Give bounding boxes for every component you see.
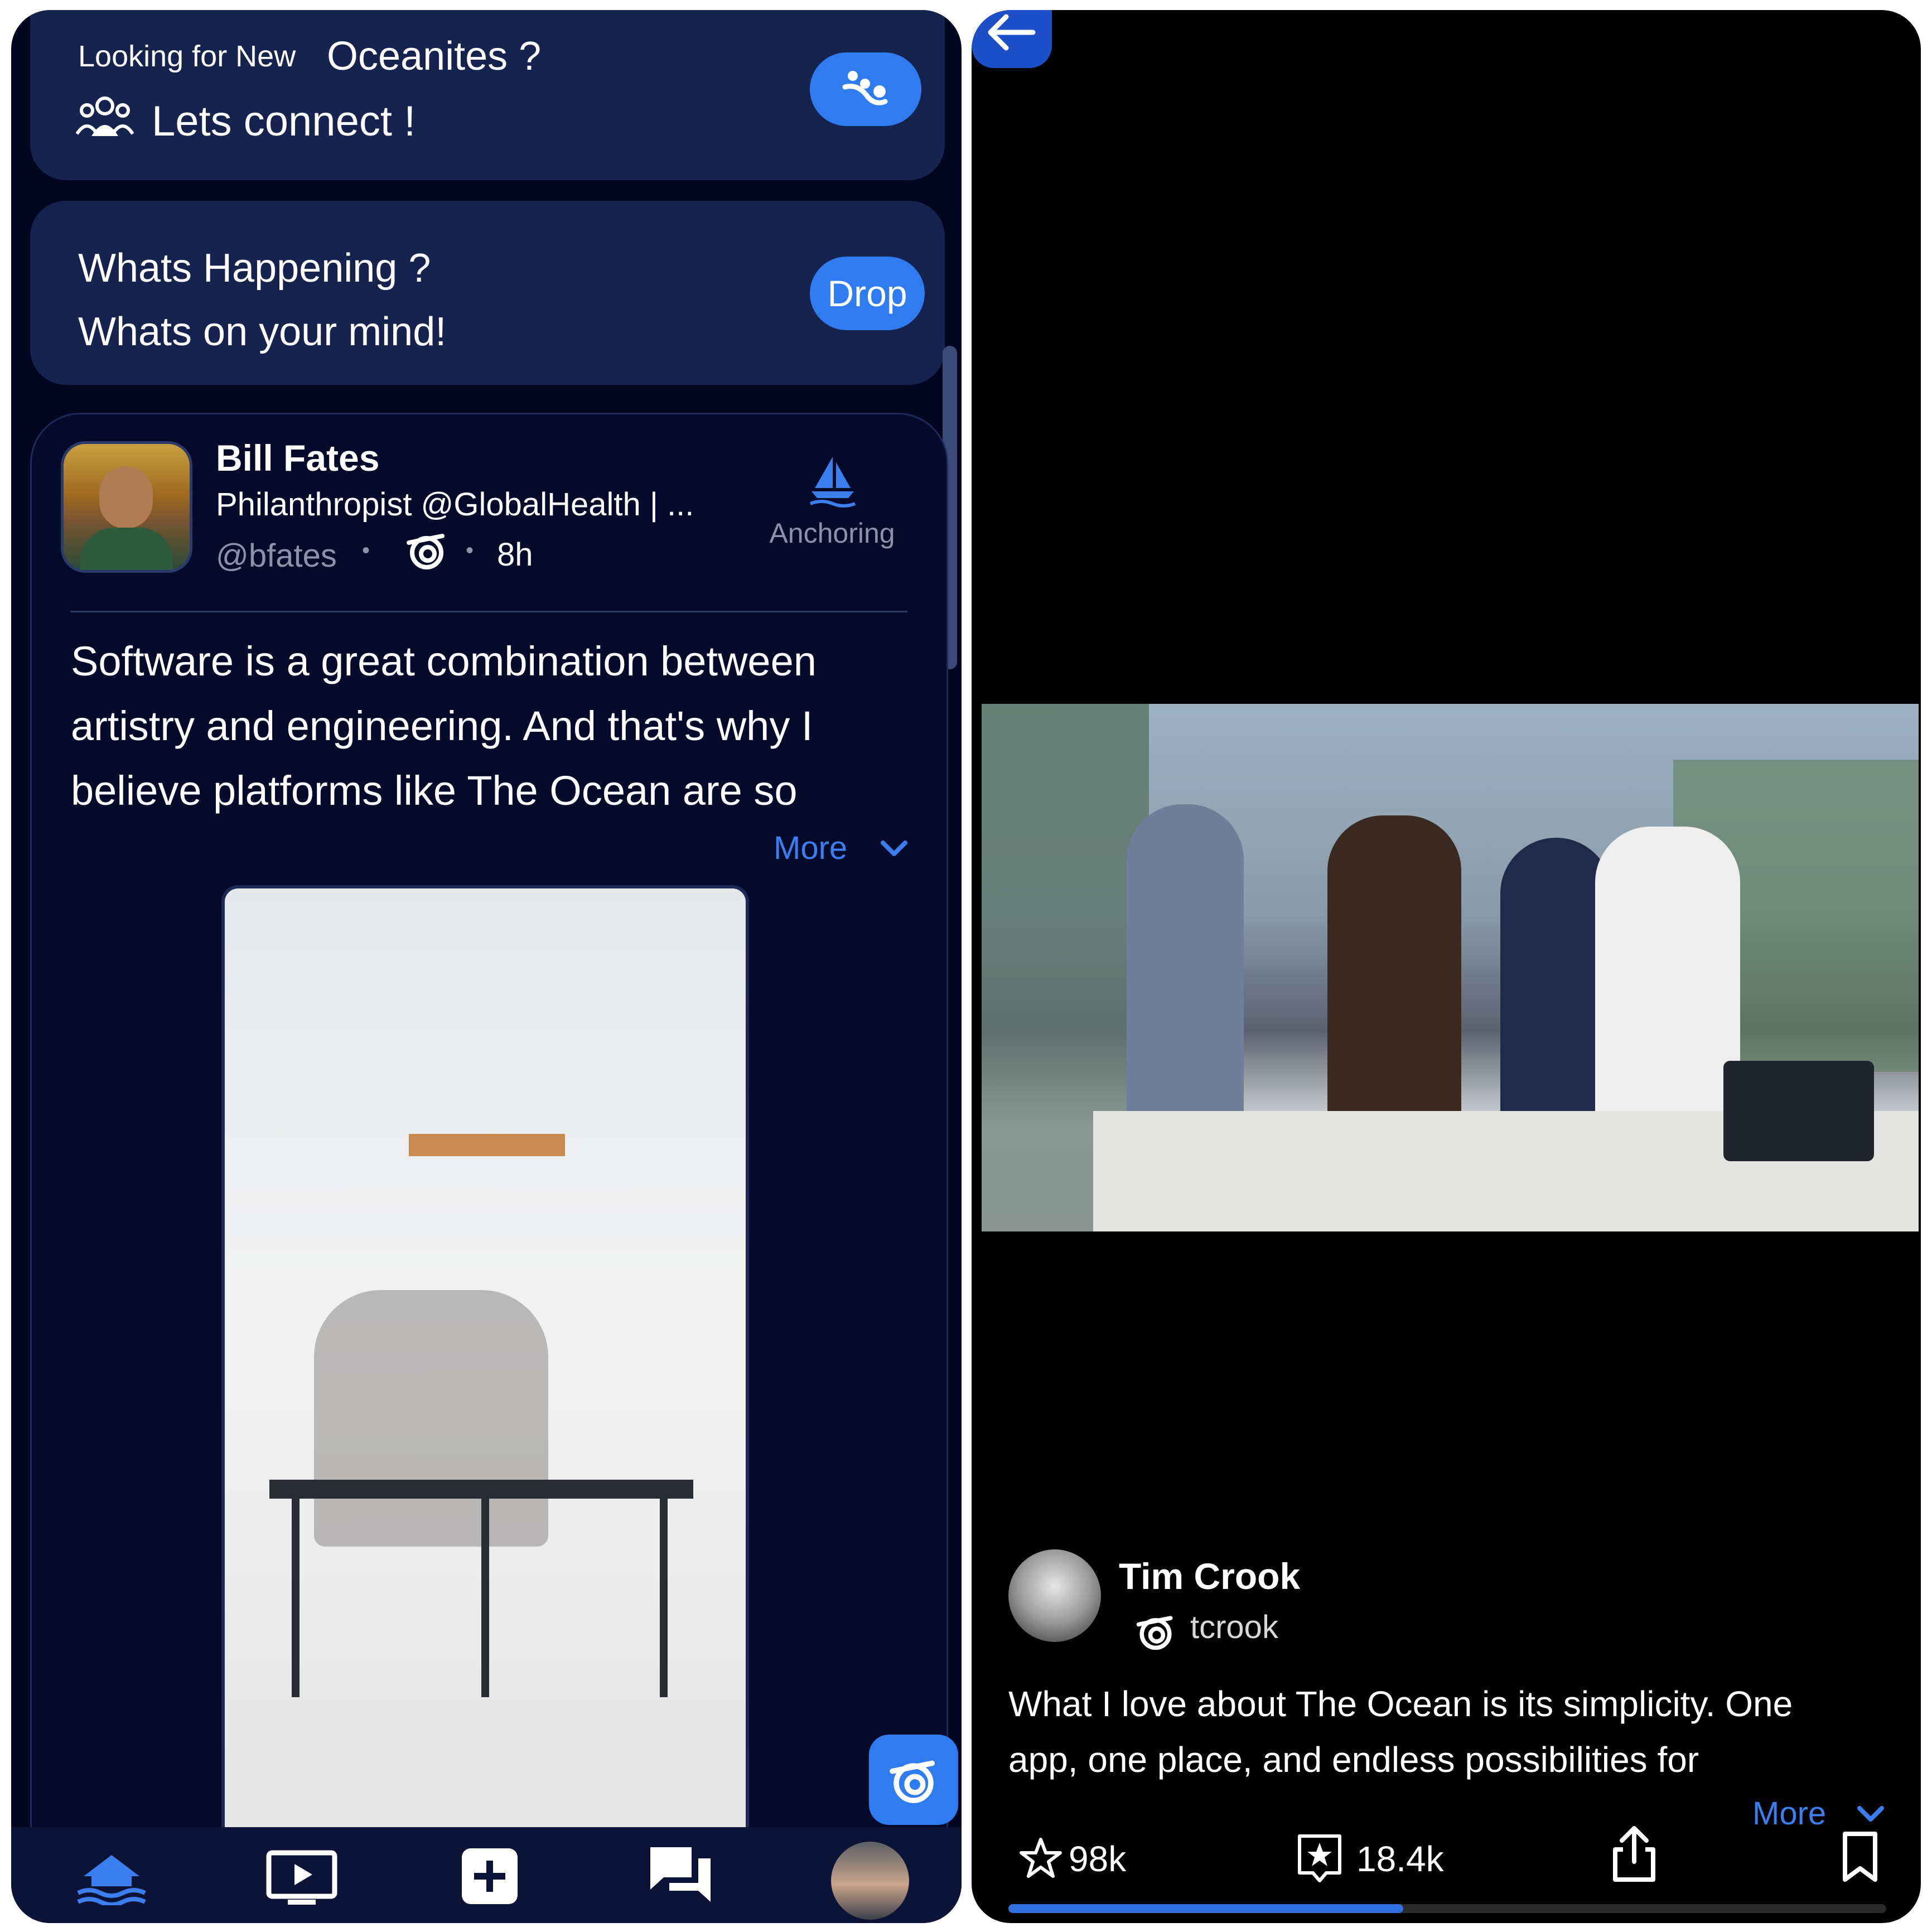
author-avatar[interactable]	[61, 441, 192, 573]
ocean-swirl-icon	[890, 1760, 935, 1803]
chat-bubbles-icon	[650, 1847, 711, 1902]
post-text-line3: believe platforms like The Ocean are so	[71, 767, 798, 814]
composer-card[interactable]: Whats Happening ? Whats on your mind! Dr…	[30, 201, 945, 385]
feed-screen: Looking for New Oceanites ? Lets connect…	[11, 10, 962, 1923]
viewer-more-label: More	[1752, 1795, 1827, 1832]
drop-button[interactable]: Drop	[810, 257, 925, 330]
more-toggle[interactable]: More	[774, 827, 919, 872]
people-group-icon	[75, 94, 134, 138]
author-bio: Philanthropist @GlobalHealth | ...	[216, 486, 694, 523]
share-button[interactable]	[1611, 1824, 1658, 1885]
anchor-label: Anchoring	[769, 518, 895, 549]
bottom-nav	[11, 1827, 962, 1923]
author-handle[interactable]: @bfates	[216, 537, 337, 574]
connect-subtitle: Lets connect !	[152, 98, 416, 145]
star-icon	[1020, 1838, 1062, 1878]
post-divider	[71, 611, 907, 612]
connect-card[interactable]: Looking for New Oceanites ? Lets connect…	[30, 10, 945, 180]
video-player[interactable]	[982, 704, 1919, 1231]
video-progress-fill	[1008, 1904, 1404, 1913]
boost-star-icon	[1298, 1834, 1341, 1882]
ocean-home-icon	[77, 1855, 146, 1907]
bookmark-button[interactable]	[1841, 1830, 1880, 1884]
nav-home[interactable]	[73, 1849, 151, 1907]
video-play-icon	[266, 1850, 337, 1905]
ocean-swirl-icon	[1133, 1609, 1178, 1653]
post-image[interactable]	[221, 885, 749, 1896]
connect-highlight: Oceanites ?	[327, 34, 542, 79]
viewer-author-avatar[interactable]	[1008, 1549, 1101, 1642]
star-count: 98k	[1069, 1839, 1127, 1879]
nav-create[interactable]	[461, 1847, 519, 1905]
more-label: More	[774, 830, 848, 866]
bookmark-icon	[1843, 1832, 1877, 1882]
composer-line2: Whats on your mind!	[78, 310, 447, 354]
sailboat-icon	[809, 457, 856, 508]
back-button[interactable]	[972, 10, 1052, 68]
anchor-button[interactable]: Anchoring	[757, 455, 907, 555]
ocean-swirl-icon	[403, 526, 450, 573]
meta-separator: •	[362, 538, 370, 563]
post-time: 8h	[497, 537, 533, 573]
connect-button[interactable]	[810, 52, 921, 126]
post-card: Bill Fates Philanthropist @GlobalHealth …	[30, 413, 948, 1923]
drop-button-label: Drop	[827, 273, 907, 314]
chevron-down-icon	[1857, 1806, 1884, 1822]
boost-action[interactable]: 18.4k	[1296, 1828, 1464, 1890]
post-text-line2: artistry and engineering. And that's why…	[71, 703, 813, 749]
viewer-username[interactable]: tcrook	[1190, 1609, 1278, 1646]
connect-prefix: Looking for New	[78, 40, 296, 73]
star-action[interactable]: 98k	[1018, 1830, 1152, 1886]
wave-connect-icon	[842, 71, 888, 105]
nav-messages[interactable]	[647, 1844, 714, 1905]
meta-separator-2: •	[466, 538, 474, 563]
plus-square-icon	[462, 1848, 518, 1904]
arrow-left-icon	[988, 14, 1036, 51]
composer-line1: Whats Happening ?	[78, 246, 431, 291]
boost-count: 18.4k	[1356, 1839, 1444, 1879]
author-name[interactable]: Bill Fates	[216, 437, 379, 479]
viewer-text-line2: app, one place, and endless possibilitie…	[1008, 1740, 1699, 1780]
chevron-down-icon	[881, 841, 907, 856]
video-viewer-screen: Tim Crook tcrook What I love about The O…	[972, 10, 1921, 1923]
viewer-text-line1: What I love about The Ocean is its simpl…	[1008, 1684, 1793, 1724]
nav-profile[interactable]	[831, 1842, 909, 1920]
share-icon	[1613, 1826, 1655, 1882]
ocean-fab[interactable]	[869, 1735, 958, 1825]
video-progress-track[interactable]	[1008, 1904, 1886, 1913]
viewer-author-name[interactable]: Tim Crook	[1119, 1555, 1300, 1597]
nav-video[interactable]	[265, 1849, 338, 1905]
post-text-line1: Software is a great combination between	[71, 638, 817, 684]
